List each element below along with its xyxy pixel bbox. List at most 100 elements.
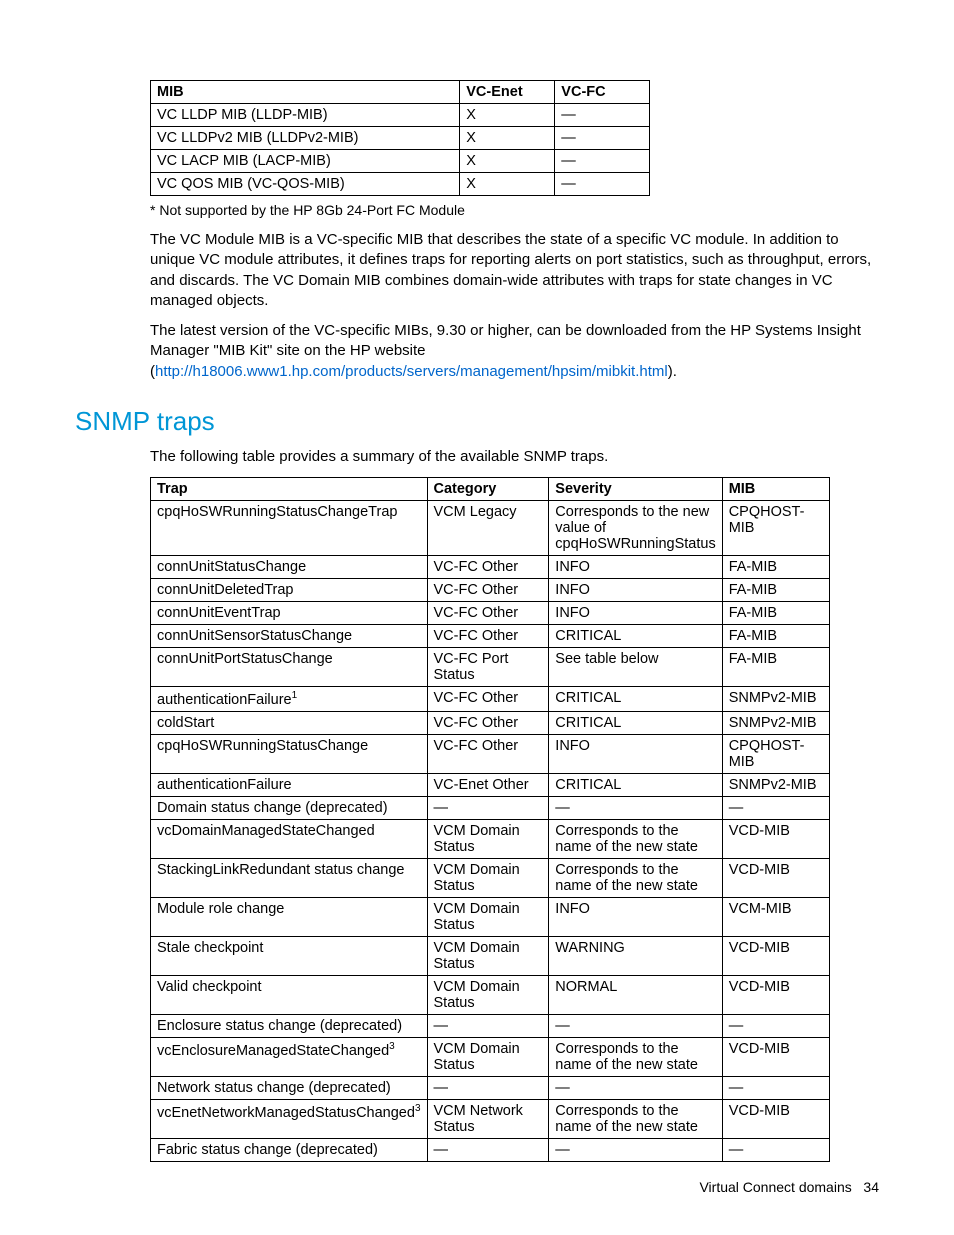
- trap-cell: Network status change (deprecated): [151, 1076, 428, 1099]
- trap-cell: cpqHoSWRunningStatusChangeTrap: [151, 501, 428, 556]
- table-row: Valid checkpointVCM Domain StatusNORMALV…: [151, 975, 830, 1014]
- category-cell: —: [427, 1076, 549, 1099]
- mib-cell: —: [722, 1138, 829, 1161]
- severity-cell: INFO: [549, 579, 722, 602]
- col-category: Category: [427, 478, 549, 501]
- footer-text: Virtual Connect domains: [699, 1179, 851, 1195]
- category-cell: —: [427, 1014, 549, 1037]
- table-row: vcDomainManagedStateChangedVCM Domain St…: [151, 819, 830, 858]
- severity-cell: WARNING: [549, 936, 722, 975]
- snmp-section: The following table provides a summary o…: [150, 447, 879, 1162]
- trap-cell: connUnitPortStatusChange: [151, 648, 428, 687]
- table-row: Enclosure status change (deprecated)———: [151, 1014, 830, 1037]
- table-cell: VC QOS MIB (VC-QOS-MIB): [151, 173, 460, 196]
- mib-cell: —: [722, 1076, 829, 1099]
- mib-table: MIB VC-Enet VC-FC VC LLDP MIB (LLDP-MIB)…: [150, 80, 650, 196]
- table-row: Domain status change (deprecated)———: [151, 796, 830, 819]
- table-cell: X: [460, 127, 555, 150]
- trap-cell: Domain status change (deprecated): [151, 796, 428, 819]
- category-cell: —: [427, 1138, 549, 1161]
- trap-cell: authenticationFailure: [151, 773, 428, 796]
- paragraph-2: The latest version of the VC-specific MI…: [150, 321, 879, 382]
- table-row: vcEnetNetworkManagedStatusChanged3VCM Ne…: [151, 1099, 830, 1138]
- table-row: authenticationFailure1VC-FC OtherCRITICA…: [151, 687, 830, 712]
- mib-cell: VCM-MIB: [722, 897, 829, 936]
- mib-cell: —: [722, 1014, 829, 1037]
- mibkit-link[interactable]: http://h18006.www1.hp.com/products/serve…: [155, 363, 668, 380]
- table-cell: X: [460, 104, 555, 127]
- category-cell: VC-FC Other: [427, 734, 549, 773]
- table-row: coldStartVC-FC OtherCRITICALSNMPv2-MIB: [151, 711, 830, 734]
- table-row: connUnitEventTrapVC-FC OtherINFOFA-MIB: [151, 602, 830, 625]
- mib-cell: SNMPv2-MIB: [722, 687, 829, 712]
- trap-cell: connUnitSensorStatusChange: [151, 625, 428, 648]
- table-row: Module role changeVCM Domain StatusINFOV…: [151, 897, 830, 936]
- mib-cell: SNMPv2-MIB: [722, 773, 829, 796]
- table-row: VC QOS MIB (VC-QOS-MIB)X—: [151, 173, 650, 196]
- col-mib: MIB: [151, 81, 460, 104]
- trap-cell: Fabric status change (deprecated): [151, 1138, 428, 1161]
- trap-cell: connUnitDeletedTrap: [151, 579, 428, 602]
- table-row: cpqHoSWRunningStatusChangeVC-FC OtherINF…: [151, 734, 830, 773]
- mib-cell: FA-MIB: [722, 625, 829, 648]
- trap-cell: vcEnclosureManagedStateChanged3: [151, 1037, 428, 1076]
- col-severity: Severity: [549, 478, 722, 501]
- mib-cell: —: [722, 796, 829, 819]
- col-vc-enet: VC-Enet: [460, 81, 555, 104]
- category-cell: VCM Domain Status: [427, 858, 549, 897]
- severity-cell: Corresponds to the name of the new state: [549, 1037, 722, 1076]
- table-header-row: Trap Category Severity MIB: [151, 478, 830, 501]
- severity-cell: —: [549, 1138, 722, 1161]
- category-cell: —: [427, 796, 549, 819]
- category-cell: VC-FC Other: [427, 579, 549, 602]
- mib-cell: FA-MIB: [722, 579, 829, 602]
- category-cell: VC-FC Other: [427, 625, 549, 648]
- trap-cell: StackingLinkRedundant status change: [151, 858, 428, 897]
- page-footer: Virtual Connect domains 34: [699, 1179, 879, 1195]
- severity-cell: Corresponds to the name of the new state: [549, 858, 722, 897]
- table-row: cpqHoSWRunningStatusChangeTrapVCM Legacy…: [151, 501, 830, 556]
- trap-table: Trap Category Severity MIB cpqHoSWRunnin…: [150, 477, 830, 1162]
- table-row: Network status change (deprecated)———: [151, 1076, 830, 1099]
- mib-cell: FA-MIB: [722, 556, 829, 579]
- mib-cell: VCD-MIB: [722, 858, 829, 897]
- table-row: VC LLDP MIB (LLDP-MIB)X—: [151, 104, 650, 127]
- severity-cell: Corresponds to the new value of cpqHoSWR…: [549, 501, 722, 556]
- category-cell: VC-FC Other: [427, 556, 549, 579]
- mib-cell: CPQHOST-MIB: [722, 734, 829, 773]
- mib-cell: VCD-MIB: [722, 975, 829, 1014]
- section-intro: The following table provides a summary o…: [150, 447, 879, 467]
- category-cell: VC-FC Port Status: [427, 648, 549, 687]
- table-cell: X: [460, 150, 555, 173]
- paragraph-1: The VC Module MIB is a VC-specific MIB t…: [150, 230, 879, 311]
- category-cell: VC-FC Other: [427, 711, 549, 734]
- trap-cell: authenticationFailure1: [151, 687, 428, 712]
- mib-section: MIB VC-Enet VC-FC VC LLDP MIB (LLDP-MIB)…: [150, 80, 879, 382]
- severity-cell: Corresponds to the name of the new state: [549, 819, 722, 858]
- severity-cell: CRITICAL: [549, 773, 722, 796]
- mib-cell: CPQHOST-MIB: [722, 501, 829, 556]
- col-vc-fc: VC-FC: [555, 81, 650, 104]
- category-cell: VCM Network Status: [427, 1099, 549, 1138]
- table-row: VC LLDPv2 MIB (LLDPv2-MIB)X—: [151, 127, 650, 150]
- severity-cell: See table below: [549, 648, 722, 687]
- severity-cell: —: [549, 1014, 722, 1037]
- trap-cell: Valid checkpoint: [151, 975, 428, 1014]
- trap-cell: connUnitEventTrap: [151, 602, 428, 625]
- severity-cell: INFO: [549, 556, 722, 579]
- mib-cell: VCD-MIB: [722, 936, 829, 975]
- trap-cell: Enclosure status change (deprecated): [151, 1014, 428, 1037]
- category-cell: VC-Enet Other: [427, 773, 549, 796]
- category-cell: VCM Domain Status: [427, 1037, 549, 1076]
- table-cell: X: [460, 173, 555, 196]
- col-mib: MIB: [722, 478, 829, 501]
- category-cell: VCM Domain Status: [427, 975, 549, 1014]
- mib-cell: VCD-MIB: [722, 819, 829, 858]
- severity-cell: CRITICAL: [549, 711, 722, 734]
- severity-cell: NORMAL: [549, 975, 722, 1014]
- trap-cell: Module role change: [151, 897, 428, 936]
- severity-cell: INFO: [549, 897, 722, 936]
- category-cell: VCM Domain Status: [427, 819, 549, 858]
- table-cell: —: [555, 104, 650, 127]
- trap-cell: vcDomainManagedStateChanged: [151, 819, 428, 858]
